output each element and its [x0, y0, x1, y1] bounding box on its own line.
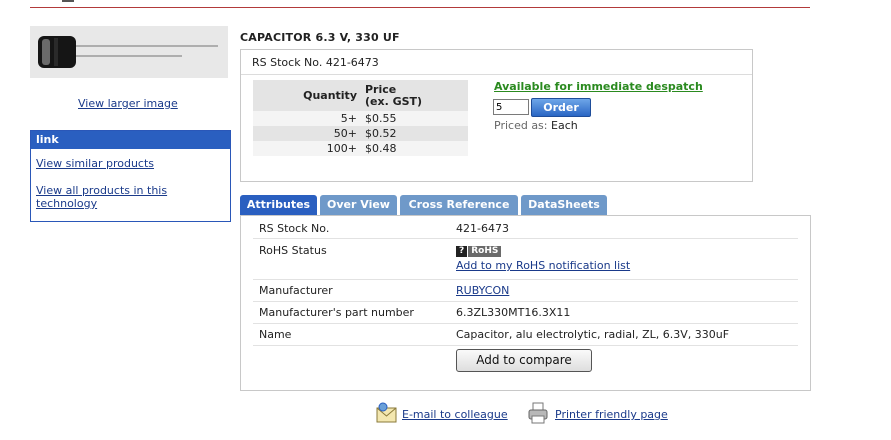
priced-as-value: Each	[551, 119, 578, 132]
attribute-row: Manufacturer's part number 6.3ZL330MT16.…	[253, 302, 798, 324]
attribute-value: Capacitor, alu electrolytic, radial, ZL,…	[456, 328, 730, 341]
price-header: Price (ex. GST)	[361, 80, 468, 111]
rohs-badge: ? RoHS	[456, 243, 502, 257]
stock-divider	[241, 74, 752, 75]
price-value: $0.55	[361, 111, 468, 126]
price-table: Quantity Price (ex. GST) 5+ $0.55 50+ $0…	[253, 80, 468, 156]
attribute-label: Name	[259, 328, 292, 341]
price-qty: 100+	[253, 141, 361, 156]
attribute-row: Name Capacitor, alu electrolytic, radial…	[253, 324, 798, 346]
price-table-header: Quantity Price (ex. GST)	[253, 80, 468, 111]
price-row: 5+ $0.55	[253, 111, 468, 126]
availability-link[interactable]: Available for immediate despatch	[494, 80, 703, 93]
attribute-row: Manufacturer RUBYCON	[253, 280, 798, 302]
rohs-badge-label: RoHS	[468, 246, 502, 257]
link-box-header: link	[31, 131, 230, 149]
top-divider	[30, 7, 810, 8]
price-row: 100+ $0.48	[253, 141, 468, 156]
attribute-value: 421-6473	[456, 222, 509, 235]
rohs-notification-link[interactable]: Add to my RoHS notification list	[456, 259, 630, 272]
product-image[interactable]	[30, 26, 228, 78]
quantity-input[interactable]	[493, 99, 529, 115]
email-icon[interactable]	[376, 402, 398, 424]
view-all-products-link[interactable]: View all products in this technology	[36, 184, 186, 210]
tab-attributes[interactable]: Attributes	[240, 195, 317, 215]
top-mark	[62, 0, 74, 2]
view-similar-products-link[interactable]: View similar products	[36, 157, 154, 170]
product-title: CAPACITOR 6.3 V, 330 UF	[240, 31, 400, 44]
tab-overview[interactable]: Over View	[320, 195, 397, 215]
price-value: $0.48	[361, 141, 468, 156]
add-to-compare-button[interactable]: Add to compare	[456, 349, 592, 372]
price-qty: 5+	[253, 111, 361, 126]
order-button[interactable]: Order	[531, 98, 591, 117]
rohs-question-icon: ?	[456, 246, 468, 257]
email-colleague-link[interactable]: E-mail to colleague	[402, 408, 508, 421]
price-qty: 50+	[253, 126, 361, 141]
attribute-row: RS Stock No. 421-6473	[253, 216, 798, 239]
attributes-panel: RS Stock No. 421-6473 RoHS Status ? RoHS …	[240, 215, 811, 391]
view-larger-image-link[interactable]: View larger image	[78, 97, 178, 110]
attribute-label: Manufacturer	[259, 284, 333, 297]
printer-friendly-link[interactable]: Printer friendly page	[555, 408, 668, 421]
price-box: RS Stock No. 421-6473 Quantity Price (ex…	[240, 49, 753, 182]
stock-number: RS Stock No. 421-6473	[252, 56, 379, 69]
attribute-value: 6.3ZL330MT16.3X11	[456, 306, 571, 319]
priced-as: Priced as: Each	[494, 119, 578, 132]
attribute-label: Manufacturer's part number	[259, 306, 414, 319]
price-row: 50+ $0.52	[253, 126, 468, 141]
manufacturer-link[interactable]: RUBYCON	[456, 284, 509, 297]
price-header-line2: (ex. GST)	[365, 94, 423, 108]
printer-icon[interactable]	[527, 402, 549, 424]
tab-cross-reference[interactable]: Cross Reference	[400, 195, 518, 215]
attribute-label: RoHS Status	[259, 244, 327, 257]
attribute-row: RoHS Status ? RoHS Add to my RoHS notific…	[253, 239, 798, 280]
priced-as-label: Priced as:	[494, 119, 548, 132]
link-box: link View similar products View all prod…	[30, 130, 231, 222]
tab-datasheets[interactable]: DataSheets	[521, 195, 607, 215]
quantity-header: Quantity	[253, 80, 361, 111]
capacitor-image	[30, 26, 228, 78]
attribute-label: RS Stock No.	[259, 222, 330, 235]
price-value: $0.52	[361, 126, 468, 141]
